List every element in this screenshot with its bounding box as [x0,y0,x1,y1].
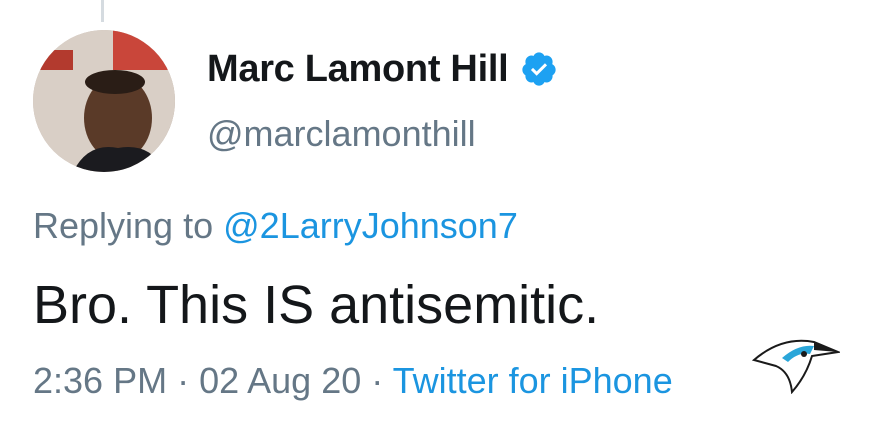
meta-separator: · [167,360,200,401]
tweet-source-link[interactable]: Twitter for iPhone [393,360,673,401]
reply-mention-link[interactable]: @2LarryJohnson7 [223,205,518,246]
verified-badge-icon [522,52,556,86]
tweet-text: Bro. This IS antisemitic. [33,275,600,335]
thread-connector-line [101,0,104,22]
tweet-metadata: 2:36 PM · 02 Aug 20 · Twitter for iPhone [33,360,673,402]
bird-logo-icon [752,339,840,394]
replying-to-label: Replying to [33,205,214,246]
replying-to-line: Replying to @2LarryJohnson7 [33,205,518,247]
author-row: Marc Lamont Hill [207,47,558,91]
tweet-date[interactable]: 02 Aug 20 [199,360,361,401]
author-name[interactable]: Marc Lamont Hill [207,48,509,91]
avatar-photo [33,30,175,172]
tweet-time[interactable]: 2:36 PM [33,360,167,401]
avatar[interactable] [33,30,175,172]
meta-separator: · [361,360,393,401]
author-handle[interactable]: @marclamonthill [207,113,476,155]
